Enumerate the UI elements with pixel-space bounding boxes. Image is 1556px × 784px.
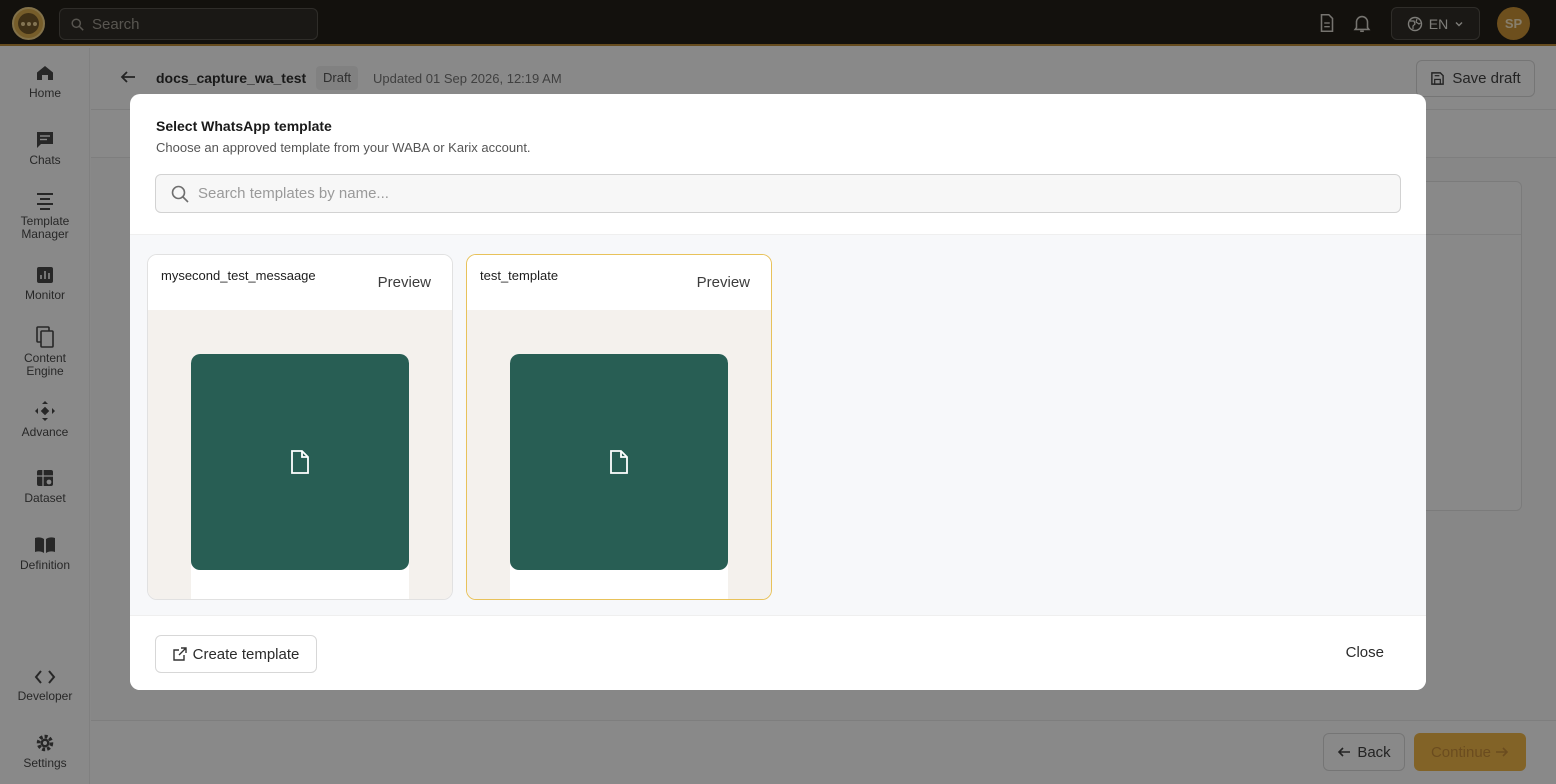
- template-search-field[interactable]: [155, 174, 1401, 213]
- modal-title: Select WhatsApp template: [156, 118, 332, 134]
- preview-link[interactable]: Preview: [378, 274, 431, 291]
- message-bubble: [191, 354, 409, 599]
- media-placeholder: [191, 354, 409, 570]
- external-link-icon: [172, 647, 187, 661]
- modal-subtitle: Choose an approved template from your WA…: [156, 140, 531, 155]
- template-card-selected[interactable]: test_template Preview: [466, 254, 772, 600]
- template-card-header: test_template Preview: [467, 255, 771, 310]
- template-search-input[interactable]: [198, 185, 1378, 202]
- modal-footer: Create template Close: [130, 616, 1426, 690]
- select-template-modal: Select WhatsApp template Choose an appro…: [130, 94, 1426, 690]
- file-icon: [610, 450, 628, 474]
- create-template-button[interactable]: Create template: [155, 635, 317, 673]
- template-preview-area: [148, 310, 452, 599]
- media-placeholder: [510, 354, 728, 570]
- template-card-header: mysecond_test_messaage Preview: [148, 255, 452, 310]
- template-grid: mysecond_test_messaage Preview test_temp…: [130, 234, 1426, 616]
- create-template-label: Create template: [192, 645, 300, 663]
- template-card[interactable]: mysecond_test_messaage Preview: [147, 254, 453, 600]
- template-name: mysecond_test_messaage: [161, 268, 316, 283]
- search-icon: [171, 185, 189, 203]
- close-button[interactable]: Close: [1346, 644, 1384, 661]
- template-preview-area: [467, 310, 771, 599]
- message-bubble: [510, 354, 728, 599]
- preview-link[interactable]: Preview: [697, 274, 750, 291]
- template-name: test_template: [480, 268, 559, 283]
- file-icon: [291, 450, 309, 474]
